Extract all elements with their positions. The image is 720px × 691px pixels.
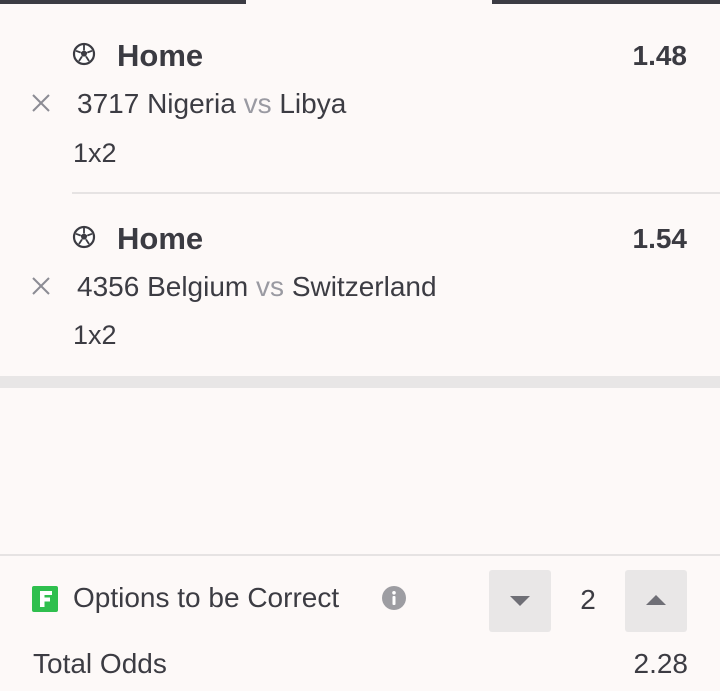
flexi-logo-icon [32, 586, 58, 612]
bet-pick: Home [117, 221, 204, 256]
bet-item: Home 1.48 3717 Nigeria vs Libya 1x2 [0, 4, 720, 194]
betslip-footer: Options to be Correct 2 Total Odds 2.28 [0, 554, 720, 691]
section-divider [0, 376, 720, 388]
bet-odds: 1.48 [632, 40, 688, 71]
options-label: Options to be Correct [73, 582, 340, 613]
away-team: Switzerland [291, 271, 437, 302]
soccer-ball-icon [72, 225, 96, 249]
total-odds-label: Total Odds [33, 648, 167, 679]
increase-button[interactable] [625, 570, 687, 632]
bet-match: 4356 Belgium vs Switzerland [77, 271, 437, 303]
betslip-list: Home 1.48 3717 Nigeria vs Libya 1x2 Home… [0, 4, 720, 376]
vs-separator: vs [243, 88, 272, 119]
close-icon[interactable] [30, 92, 52, 114]
bet-item: Home 1.54 4356 Belgium vs Switzerland 1x… [0, 194, 720, 376]
vs-separator: vs [256, 271, 285, 302]
total-odds-value: 2.28 [633, 648, 689, 679]
info-icon[interactable] [382, 586, 406, 610]
event-id: 4356 [77, 271, 140, 302]
home-team: Belgium [147, 271, 249, 302]
bet-market: 1x2 [73, 320, 117, 350]
empty-space [0, 388, 720, 554]
close-icon[interactable] [30, 275, 52, 297]
home-team: Nigeria [147, 88, 236, 119]
chevron-up-icon [646, 595, 666, 605]
decrease-button[interactable] [489, 570, 551, 632]
event-id: 3717 [77, 88, 140, 119]
bet-odds: 1.54 [632, 223, 688, 254]
bet-match: 3717 Nigeria vs Libya [77, 88, 346, 120]
options-value: 2 [580, 584, 596, 615]
bet-pick: Home [117, 38, 204, 73]
soccer-ball-icon [72, 42, 96, 66]
bet-market: 1x2 [73, 138, 117, 168]
chevron-down-icon [510, 596, 530, 606]
away-team: Libya [279, 88, 347, 119]
